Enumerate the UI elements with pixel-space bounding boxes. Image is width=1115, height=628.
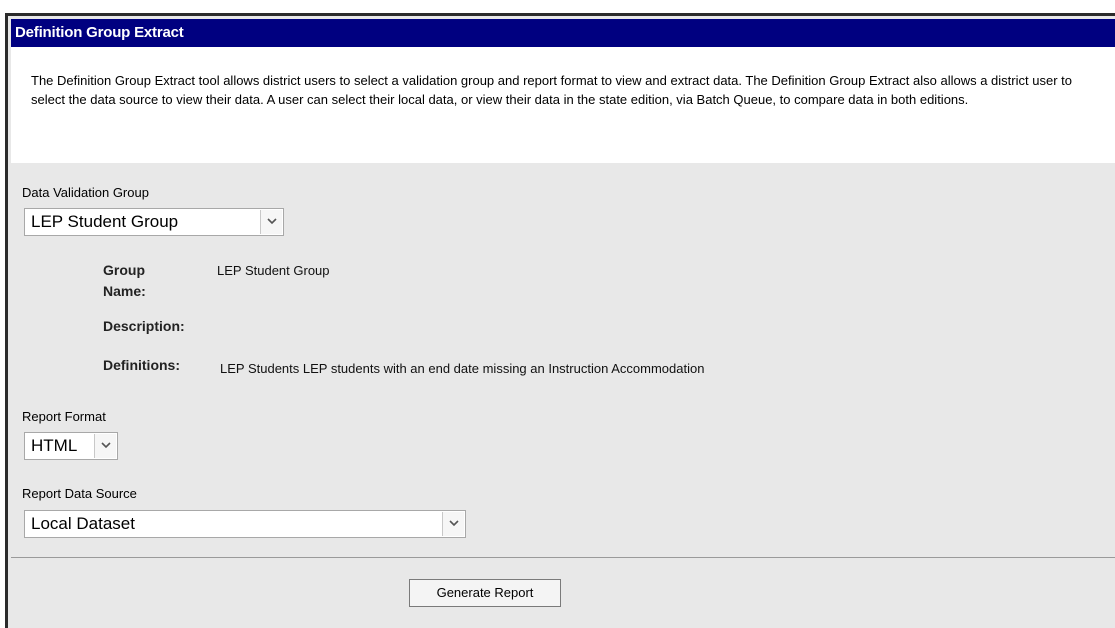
validation-group-select[interactable]: LEP Student Group [24,208,284,236]
intro-text: The Definition Group Extract tool allows… [11,47,1115,163]
data-source-select[interactable]: Local Dataset [24,510,466,538]
chevron-down-icon[interactable] [260,210,282,234]
definition-group-extract-panel: Definition Group Extract The Definition … [5,13,1115,628]
group-name-label-line1: Group [103,262,145,278]
definitions-value: LEP Students LEP students with an end da… [220,361,705,376]
group-name-label-line2: Name: [103,283,146,299]
panel-title: Definition Group Extract [11,19,1115,47]
app-window: Definition Group Extract The Definition … [0,0,1115,628]
data-source-label: Report Data Source [22,486,137,501]
section-divider [11,557,1115,558]
validation-group-selected-value: LEP Student Group [31,212,179,231]
report-format-selected-value: HTML [31,436,78,455]
report-format-label: Report Format [22,409,106,424]
validation-group-label: Data Validation Group [22,185,149,200]
group-name-value: LEP Student Group [217,263,330,278]
definitions-label: Definitions: [103,357,180,373]
chevron-down-icon[interactable] [442,512,464,536]
chevron-down-icon[interactable] [94,434,116,458]
description-label: Description: [103,318,185,334]
report-format-select[interactable]: HTML [24,432,118,460]
data-source-selected-value: Local Dataset [31,514,135,533]
generate-report-button[interactable]: Generate Report [409,579,561,607]
group-name-label: Group Name: [103,260,146,302]
